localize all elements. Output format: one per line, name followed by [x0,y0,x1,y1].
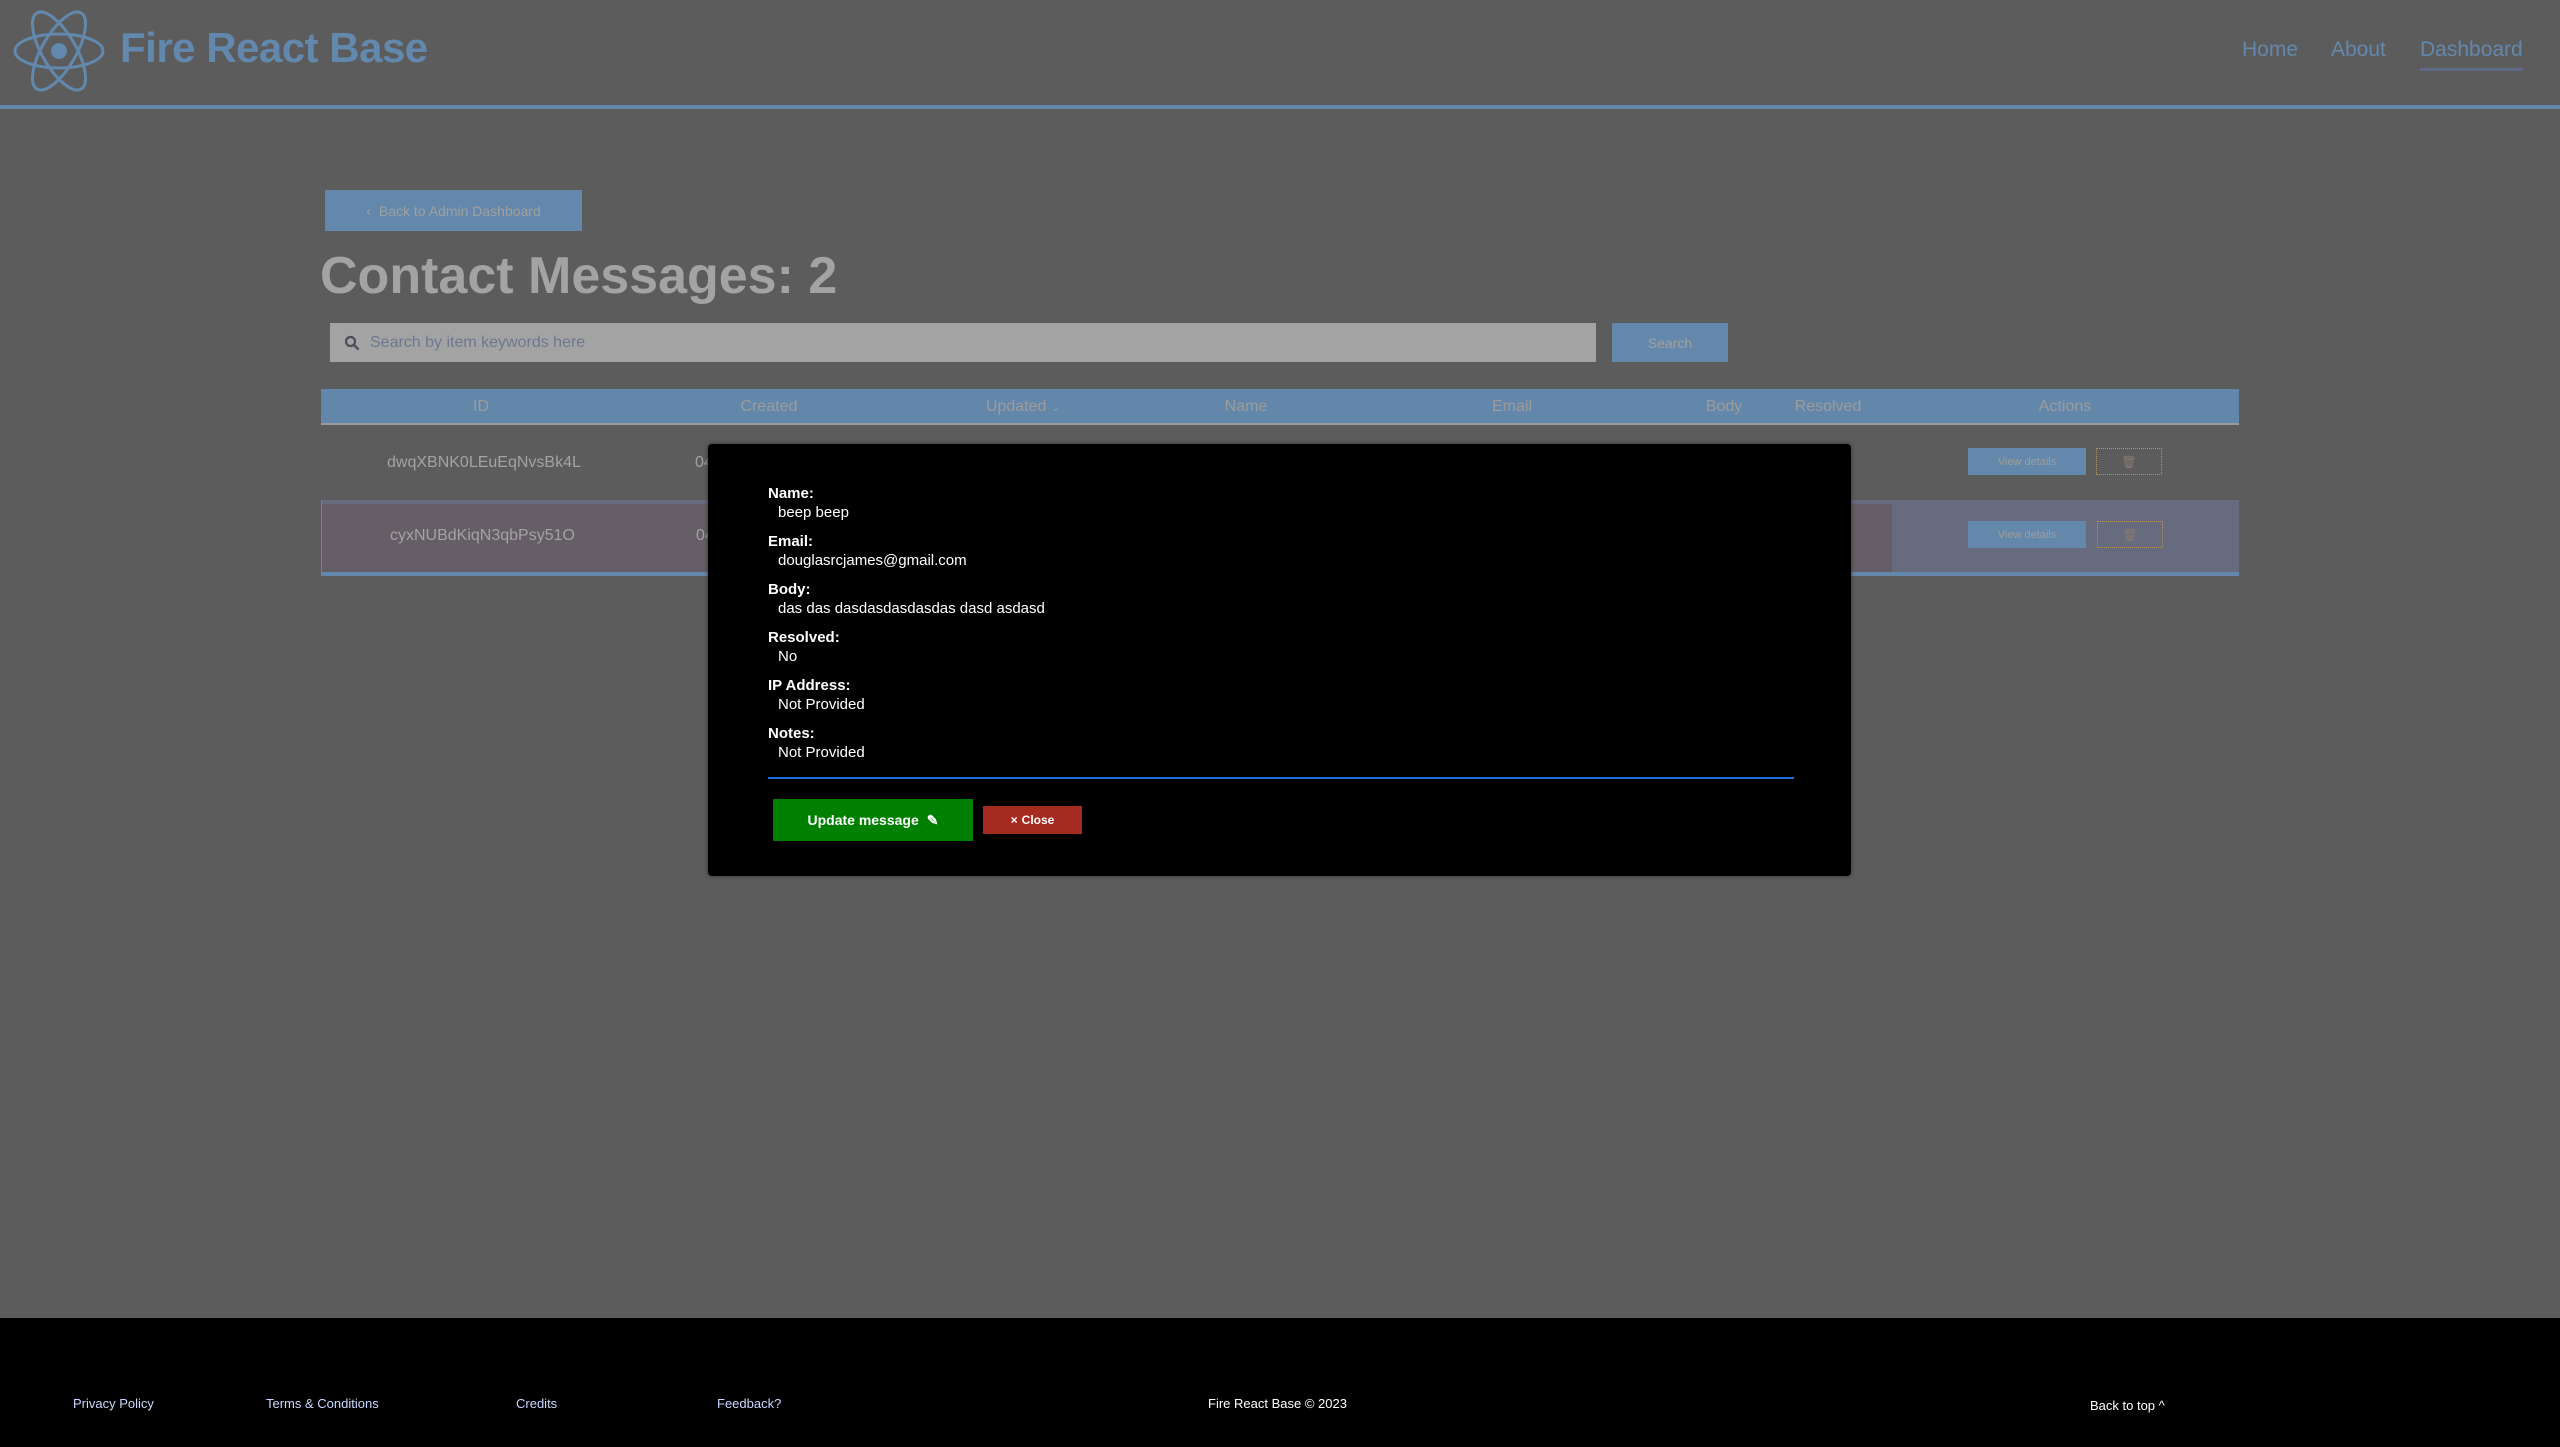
notes-label: Notes: [768,725,815,742]
col-name[interactable]: Name [1225,398,1268,416]
col-updated[interactable]: Updated ⌄ [986,398,1060,416]
footer: Privacy Policy Terms & Conditions Credit… [0,1318,2560,1447]
divider [768,777,1794,779]
footer-copyright: Fire React Base © 2023 [1208,1396,1347,1411]
cell-id: dwqXBNK0LEuEqNvsBk4L [387,454,581,471]
notes-value: Not Provided [778,744,865,761]
body-value: das das dasdasdasdasdas dasd asdasd [778,600,1045,617]
chevron-up-icon: ^ [2158,1398,2165,1413]
back-to-top-link[interactable]: Back to top ^ [2090,1398,2165,1413]
chevron-left-icon: ‹ [366,202,371,219]
col-updated-label: Updated [985,398,1047,415]
trash-icon: 🗑 [2121,454,2137,469]
email-value: douglasrcjames@gmail.com [778,552,967,569]
col-created[interactable]: Created [741,398,798,416]
view-details-button[interactable]: View details [1968,448,2086,475]
back-to-admin-button[interactable]: ‹ Back to Admin Dashboard [325,190,582,231]
pencil-icon: ✎ [926,811,939,828]
header: Fire React Base Home About Dashboard [0,0,2560,109]
delete-button[interactable]: 🗑 [2097,521,2163,548]
name-label: Name: [768,485,814,502]
footer-feedback-link[interactable]: Feedback? [717,1396,781,1411]
ip-value: Not Provided [778,696,865,713]
update-message-button[interactable]: Update message ✎ [773,799,973,841]
col-resolved[interactable]: Resolved [1795,398,1862,416]
message-details-modal: Name: beep beep Email: douglasrcjames@gm… [708,444,1851,876]
search-icon [344,335,360,350]
search-input[interactable] [370,333,1570,352]
cell-id: cyxNUBdKiqN3qbPsy51O [390,527,575,544]
delete-button[interactable]: 🗑 [2096,448,2162,475]
footer-credits-link[interactable]: Credits [516,1396,557,1411]
trash-icon: 🗑 [2122,527,2138,542]
brand-title[interactable]: Fire React Base [120,24,428,72]
close-label: Close [1021,813,1055,827]
search-button[interactable]: Search [1612,323,1728,362]
back-to-top-label: Back to top [2090,1398,2156,1413]
footer-privacy-link[interactable]: Privacy Policy [73,1396,154,1411]
nav-home[interactable]: Home [2242,38,2298,62]
email-label: Email: [768,533,814,550]
update-label: Update message [807,812,919,828]
col-id[interactable]: ID [473,398,489,416]
back-label: Back to Admin Dashboard [378,202,541,219]
view-details-button[interactable]: View details [1968,521,2086,548]
col-email[interactable]: Email [1492,398,1532,416]
footer-terms-link[interactable]: Terms & Conditions [266,1396,379,1411]
name-value: beep beep [778,504,849,521]
search-bar [330,323,1596,362]
ip-label: IP Address: [768,677,851,694]
close-button[interactable]: × Close [983,806,1082,834]
resolved-label: Resolved: [768,629,840,646]
table-header: ID Created Updated ⌄ Name Email Body Res… [321,389,2239,425]
page-title: Contact Messages: 2 [320,247,838,305]
body-label: Body: [768,581,811,598]
col-actions: Actions [2038,398,2092,415]
resolved-value: No [778,648,798,665]
sort-down-icon: ⌄ [1050,402,1061,414]
nav-dashboard[interactable]: Dashboard [2420,38,2523,71]
col-body[interactable]: Body [1706,398,1742,416]
nav-about[interactable]: About [2331,38,2386,62]
close-icon: × [1010,813,1018,827]
react-logo-icon[interactable] [10,6,108,96]
